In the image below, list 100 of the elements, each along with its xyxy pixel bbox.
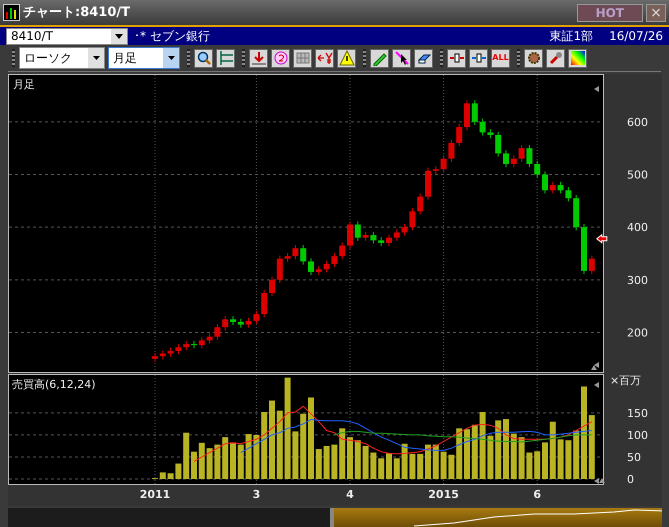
crosshair-icon[interactable] — [216, 48, 235, 68]
candlestick — [222, 316, 228, 331]
scroll-left-icon[interactable] — [594, 382, 599, 388]
caret-icon — [115, 34, 123, 38]
candlestick — [269, 276, 275, 297]
volume-bar — [347, 437, 353, 479]
volume-bar — [386, 453, 392, 479]
volume-bar — [222, 437, 228, 479]
volume-bar — [425, 444, 431, 479]
window-title: チャート:8410/T — [23, 4, 130, 22]
candlestick — [425, 167, 431, 200]
candlestick — [191, 340, 197, 349]
candlestick — [316, 266, 322, 276]
candlestick — [339, 242, 346, 260]
date-label: 16/07/26 — [609, 28, 663, 45]
volume-bar — [417, 454, 424, 479]
scroll-left-icon[interactable] — [594, 86, 599, 92]
candlestick — [503, 150, 509, 168]
pen-icon[interactable] — [370, 48, 389, 68]
candlestick — [183, 340, 190, 351]
volume-axis-label: 100 — [627, 428, 648, 442]
price-axis-label: 400 — [627, 221, 648, 234]
warning-icon[interactable] — [337, 48, 356, 68]
symbol-combo[interactable]: 8410/T — [6, 28, 128, 44]
date-axis-label: 2011 — [140, 488, 170, 501]
current-price-marker-icon — [596, 234, 608, 244]
candlestick — [378, 236, 384, 247]
candlestick — [354, 220, 361, 242]
volume-bar — [183, 432, 190, 479]
candlestick — [230, 316, 236, 326]
widen-icon[interactable] — [447, 48, 466, 68]
magnifier-icon[interactable] — [271, 48, 290, 68]
candlestick — [417, 192, 424, 216]
candlestick — [573, 194, 580, 231]
volume-bar — [534, 451, 540, 479]
date-axis-label: 3 — [252, 488, 260, 501]
volume-bar — [230, 442, 236, 479]
caret-icon — [168, 56, 174, 60]
volume-bar — [464, 429, 470, 479]
volume-unit-label: ×百万 — [610, 374, 642, 387]
volume-axis-label: 0 — [627, 473, 634, 486]
grid-icon[interactable] — [293, 48, 312, 68]
candlestick — [495, 131, 502, 158]
volume-bar — [378, 458, 384, 479]
price-axis-label: 600 — [627, 116, 648, 129]
market-label: 東証1部 — [549, 28, 594, 45]
candlestick — [308, 258, 314, 276]
eraser-icon[interactable] — [414, 48, 433, 68]
candlestick — [160, 350, 166, 360]
candlestick — [261, 289, 268, 318]
period-select[interactable]: 月足 — [108, 47, 180, 69]
wrench-icon[interactable] — [546, 48, 565, 68]
volume-bar — [339, 428, 346, 479]
resize-handle-icon[interactable] — [599, 478, 605, 483]
candlestick — [464, 100, 470, 131]
volume-bar — [300, 414, 306, 479]
candlestick — [432, 166, 439, 174]
color-palette-icon[interactable] — [568, 48, 587, 68]
company-name: ･* セブン銀行 — [134, 28, 210, 45]
resize-handle-icon[interactable] — [591, 365, 597, 370]
price-axis-label: 200 — [627, 326, 648, 340]
date-axis-label: 6 — [533, 488, 542, 501]
gear-icon[interactable] — [524, 48, 543, 68]
candlestick — [386, 234, 392, 247]
candlestick — [238, 318, 244, 328]
chart-app-icon — [3, 4, 20, 21]
price-axis-label: 500 — [627, 168, 648, 182]
candlestick — [542, 170, 548, 194]
pointer-icon[interactable] — [392, 48, 411, 68]
volume-bar — [573, 430, 580, 479]
volume-axis-label: 150 — [627, 406, 648, 420]
candlestick — [581, 224, 587, 275]
candlestick — [472, 100, 478, 126]
volume-bar — [542, 442, 548, 479]
candlestick — [456, 123, 462, 147]
candlestick — [534, 160, 540, 178]
candlestick — [347, 220, 353, 250]
close-button[interactable]: × — [646, 4, 666, 22]
volume-bar — [495, 420, 502, 479]
scroll-left-icon[interactable] — [594, 478, 599, 484]
period-label: 月足 — [13, 78, 35, 91]
candlestick — [276, 255, 283, 284]
candlestick — [152, 352, 158, 362]
candlestick — [198, 336, 205, 349]
scroll-left-icon[interactable] — [594, 362, 599, 368]
volume-bar — [503, 419, 509, 479]
chart-type-select[interactable]: ローソク — [19, 47, 105, 69]
candlestick — [510, 155, 517, 168]
candlestick — [300, 244, 306, 266]
volume-label: 売買高(6,12,24) — [12, 378, 96, 391]
date-axis-label: 2015 — [428, 488, 459, 501]
date-axis-label: 4 — [346, 488, 354, 501]
search-icon[interactable] — [194, 48, 213, 68]
price-axis-label: 300 — [627, 274, 648, 287]
narrow-icon[interactable] — [469, 48, 488, 68]
volume-axis-label: 50 — [627, 450, 641, 464]
candlestick — [394, 228, 400, 242]
candlestick — [588, 255, 595, 275]
caret-icon — [92, 56, 100, 60]
volume-bar — [261, 412, 268, 479]
